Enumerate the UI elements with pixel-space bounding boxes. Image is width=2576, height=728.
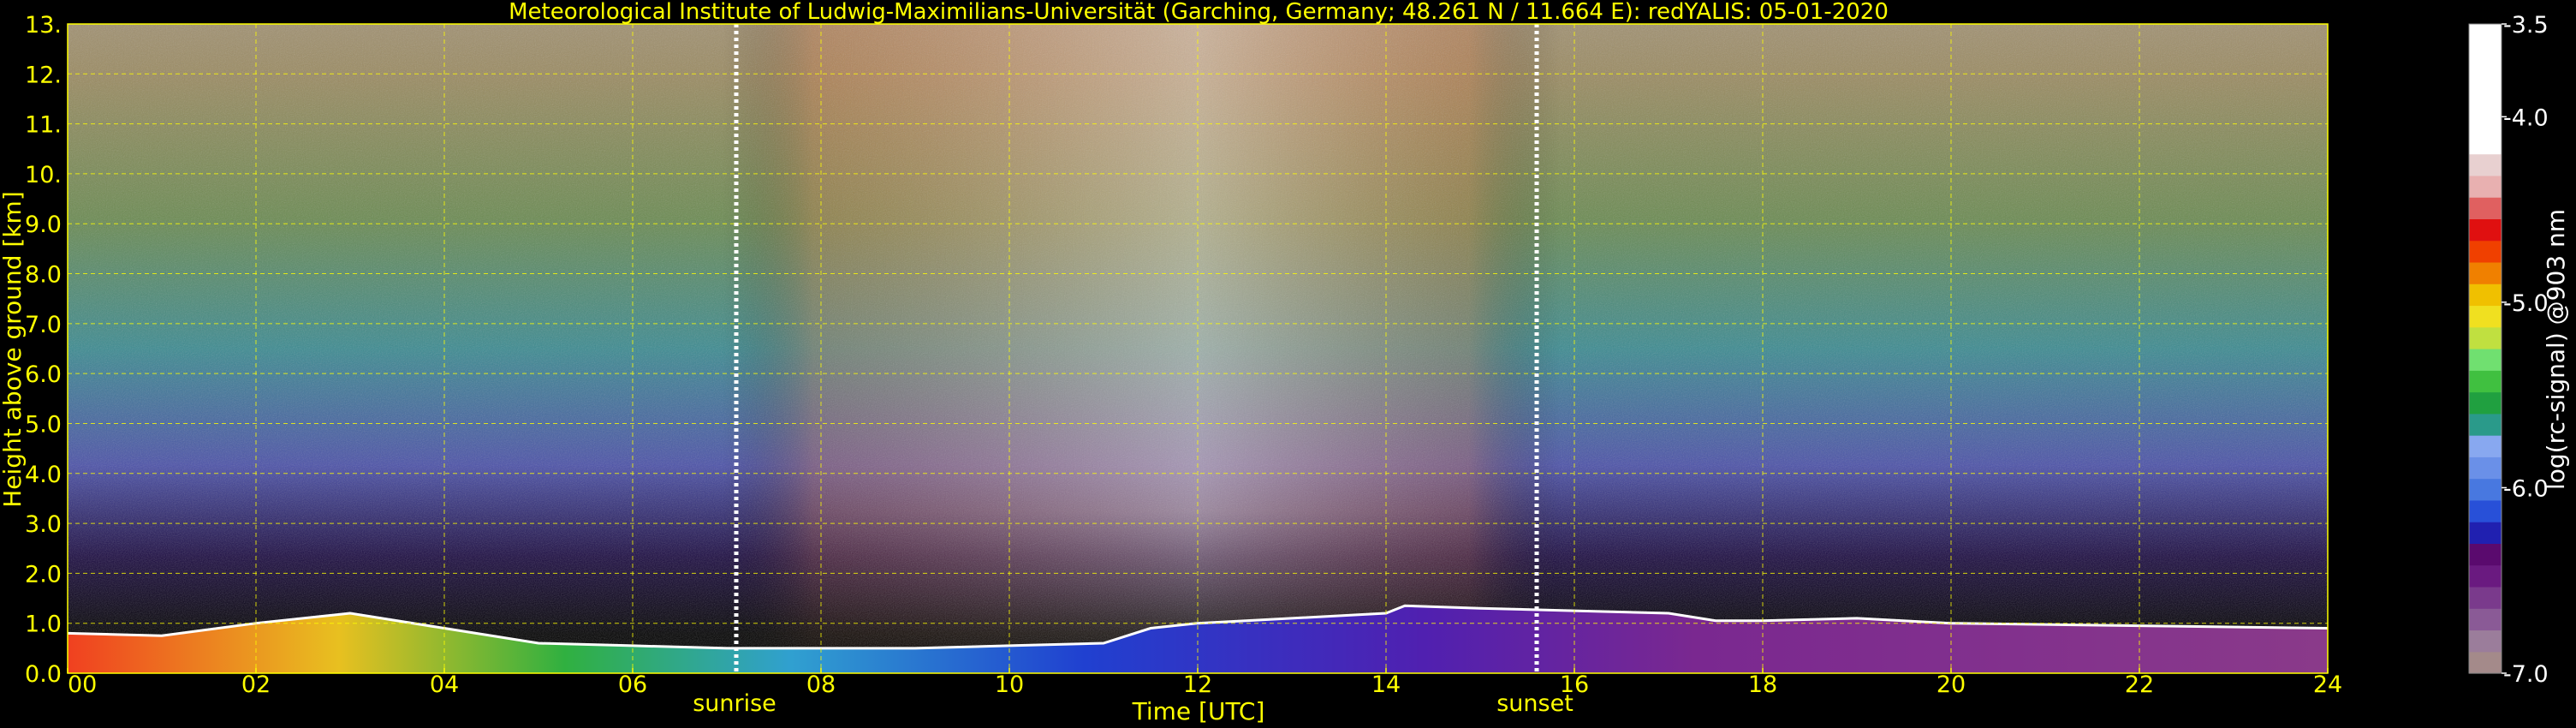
colorbar-segment xyxy=(2469,24,2502,155)
colorbar-tick-label: -3.5 xyxy=(2503,12,2549,39)
sunset-label: sunset xyxy=(1496,690,1574,717)
x-axis-label: Time [UTC] xyxy=(1132,697,1265,725)
y-tick-label: 8.0 xyxy=(25,262,62,289)
colorbar-segment xyxy=(2469,283,2502,307)
y-tick-label: 2.0 xyxy=(25,561,62,588)
chart-title: Meteorological Institute of Ludwig-Maxim… xyxy=(509,0,1889,25)
x-tick-label: 00 xyxy=(68,671,97,698)
x-tick-label: 18 xyxy=(1748,671,1777,698)
colorbar xyxy=(2468,23,2502,674)
colorbar-segment xyxy=(2469,543,2502,566)
y-tick-label: 6.0 xyxy=(25,361,62,388)
colorbar-segment xyxy=(2469,391,2502,415)
y-tick-label: 5.0 xyxy=(25,411,62,438)
colorbar-segment xyxy=(2469,564,2502,588)
x-tick-label: 24 xyxy=(2313,671,2342,698)
y-tick-label: 12. xyxy=(25,62,62,88)
colorbar-segment xyxy=(2469,240,2502,263)
colorbar-segment xyxy=(2469,175,2502,198)
colorbar-segment xyxy=(2469,651,2502,674)
sunrise-label: sunrise xyxy=(693,690,776,717)
x-tick-label: 14 xyxy=(1371,671,1401,698)
x-tick-label: 06 xyxy=(618,671,647,698)
y-tick-label: 9.0 xyxy=(25,212,62,238)
colorbar-label: log(rc-signal) @903 nm xyxy=(2542,209,2570,490)
y-tick-label: 10. xyxy=(25,162,62,188)
colorbar-segment xyxy=(2469,586,2502,609)
colorbar-segment xyxy=(2469,153,2502,176)
colorbar-tick-label: -4.0 xyxy=(2503,104,2549,131)
y-tick-label: 0.0 xyxy=(25,661,62,688)
y-axis: 0.0 1.0 2.0 3.0 4.0 5.0 6.0 7.0 8.0 9.0 10. 11. 12. 1… xyxy=(25,12,62,688)
plot-area xyxy=(68,24,2328,673)
x-tick-label: 10 xyxy=(995,671,1024,698)
colorbar-segment xyxy=(2469,608,2502,631)
y-tick-label: 3.0 xyxy=(25,511,62,538)
colorbar-segment xyxy=(2469,349,2502,371)
colorbar-segment xyxy=(2469,435,2502,457)
colorbar-segment xyxy=(2469,370,2502,393)
colorbar-segment xyxy=(2469,218,2502,242)
y-tick-label: 13. xyxy=(25,12,62,39)
colorbar-segment xyxy=(2469,522,2502,544)
colorbar-segment xyxy=(2469,261,2502,284)
y-tick-label: 11. xyxy=(25,112,62,139)
colorbar-segment xyxy=(2469,499,2502,522)
x-tick-label: 02 xyxy=(241,671,271,698)
y-tick-label: 4.0 xyxy=(25,462,62,488)
x-tick-label: 20 xyxy=(1936,671,1966,698)
y-tick-label: 1.0 xyxy=(25,612,62,638)
colorbar-segment xyxy=(2469,326,2502,349)
colorbar-segment xyxy=(2469,197,2502,219)
y-axis-label: Height above ground [km] xyxy=(0,191,27,508)
colorbar-segment xyxy=(2469,630,2502,653)
x-tick-label: 22 xyxy=(2125,671,2154,698)
colorbar-segment xyxy=(2469,305,2502,328)
colorbar-segment xyxy=(2469,478,2502,501)
x-tick-label: 12 xyxy=(1183,671,1212,698)
colorbar-segment xyxy=(2469,413,2502,436)
x-tick-label: 08 xyxy=(806,671,836,698)
x-tick-label: 04 xyxy=(430,671,459,698)
lidar-figure: 00 02 04 06 08 10 12 14 16 18 20 22 24 0.01.02.03.04… xyxy=(0,0,2570,725)
colorbar-segment xyxy=(2469,456,2502,480)
colorbar-tick-label: -7.0 xyxy=(2503,661,2549,688)
y-tick-label: 7.0 xyxy=(25,312,62,338)
